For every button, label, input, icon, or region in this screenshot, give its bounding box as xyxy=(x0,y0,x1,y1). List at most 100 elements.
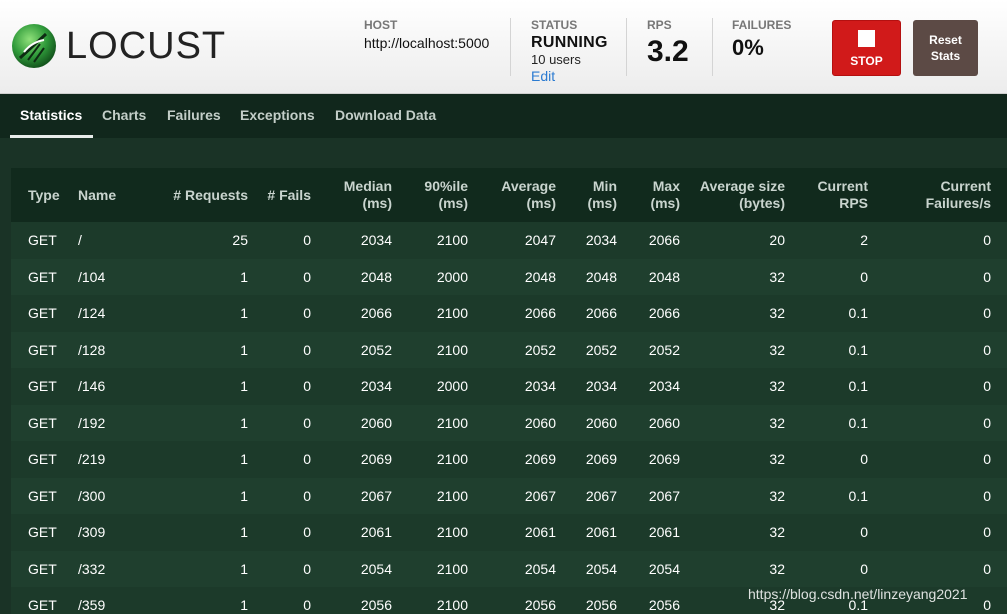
table-cell: 0 xyxy=(253,258,316,295)
table-cell: 2061 xyxy=(561,514,622,551)
column-header-line1: Current xyxy=(817,178,868,194)
column-header[interactable]: 90%ile (ms) xyxy=(397,168,473,222)
table-cell: 2067 xyxy=(622,477,685,514)
table-cell: 2060 xyxy=(561,404,622,441)
edit-users-link[interactable]: Edit xyxy=(531,68,608,85)
reset-stats-button[interactable]: Reset Stats xyxy=(913,20,978,76)
locust-logo-icon xyxy=(12,24,56,68)
table-cell: 2100 xyxy=(397,514,473,551)
table-cell: /300 xyxy=(74,477,154,514)
table-cell: 2060 xyxy=(622,404,685,441)
reset-label-line1: Reset xyxy=(929,33,962,47)
table-cell: 2052 xyxy=(622,331,685,368)
table-cell: 2034 xyxy=(622,368,685,405)
column-header-line2: (ms) xyxy=(438,195,468,211)
table-cell: /128 xyxy=(74,331,154,368)
table-cell: 1 xyxy=(154,295,253,332)
table-cell: 1 xyxy=(154,368,253,405)
table-cell: 2052 xyxy=(473,331,561,368)
table-cell: 2056 xyxy=(561,587,622,614)
column-header[interactable]: Average size (bytes) xyxy=(685,168,790,222)
host-box: HOST http://localhost:5000 xyxy=(364,18,489,52)
table-cell: 2100 xyxy=(397,331,473,368)
table-cell: 2061 xyxy=(473,514,561,551)
table-cell: 25 xyxy=(154,222,253,259)
table-cell: GET xyxy=(11,295,74,332)
table-cell: 2069 xyxy=(473,441,561,478)
column-header-line1: Max xyxy=(652,178,680,194)
table-cell: 2061 xyxy=(316,514,397,551)
tab-statistics[interactable]: Statistics xyxy=(20,94,82,136)
column-header[interactable]: Median (ms) xyxy=(316,168,397,222)
rps-label: RPS xyxy=(647,18,672,32)
table-cell: 2054 xyxy=(473,550,561,587)
table-cell: 0 xyxy=(873,477,1007,514)
stop-label: STOP xyxy=(850,54,883,68)
table-cell: GET xyxy=(11,404,74,441)
table-cell: 2061 xyxy=(622,514,685,551)
tab-failures[interactable]: Failures xyxy=(167,94,221,136)
column-header-line1: # Fails xyxy=(267,186,311,203)
table-cell: 2 xyxy=(790,222,873,259)
table-cell: GET xyxy=(11,441,74,478)
column-header[interactable]: Current Failures/s xyxy=(873,168,1007,222)
table-body: GET/25 0 2034 2100 2047 2034 2066 20 2 0 GET/104 1 0… xyxy=(11,222,1007,614)
table-cell: 0 xyxy=(790,514,873,551)
table-cell: GET xyxy=(11,477,74,514)
host-label: HOST xyxy=(364,18,398,32)
table-cell: 1 xyxy=(154,477,253,514)
table-cell: 32 xyxy=(685,331,790,368)
column-header[interactable]: # Requests xyxy=(154,168,253,222)
table-cell: 0.1 xyxy=(790,477,873,514)
statistics-table: Type Name # Requests # Fails Median (ms) 90%il… xyxy=(11,168,1007,614)
column-header[interactable]: Current RPS xyxy=(790,168,873,222)
table-cell: 0 xyxy=(873,295,1007,332)
table-cell: 2052 xyxy=(316,331,397,368)
column-header-line1: Average size xyxy=(699,178,785,194)
table-cell: 2100 xyxy=(397,222,473,259)
table-cell: 2100 xyxy=(397,587,473,614)
table-cell: 0 xyxy=(253,550,316,587)
table-cell: 0.1 xyxy=(790,295,873,332)
tab-download-data[interactable]: Download Data xyxy=(335,94,436,136)
table-cell: 0 xyxy=(253,587,316,614)
column-header[interactable]: Min (ms) xyxy=(561,168,622,222)
table-cell: 2067 xyxy=(473,477,561,514)
table-cell: 2000 xyxy=(397,368,473,405)
table-cell: 1 xyxy=(154,404,253,441)
app-logo-text: LOCUST xyxy=(66,25,227,67)
reset-label-line2: Stats xyxy=(930,49,961,63)
tab-charts[interactable]: Charts xyxy=(102,94,146,136)
tab-exceptions[interactable]: Exceptions xyxy=(240,94,315,136)
table-cell: 2000 xyxy=(397,258,473,295)
status-box: STATUS RUNNING 10 users Edit xyxy=(531,18,608,85)
statistics-table-container: Type Name # Requests # Fails Median (ms) 90%il… xyxy=(11,168,1007,614)
table-cell: 0 xyxy=(790,550,873,587)
column-header[interactable]: Name xyxy=(74,168,154,222)
rps-value: 3.2 xyxy=(647,35,689,68)
table-cell: / xyxy=(74,222,154,259)
table-cell: 0 xyxy=(253,404,316,441)
column-header[interactable]: Type xyxy=(11,168,74,222)
column-header-line2: (ms) xyxy=(650,195,680,211)
table-cell: 1 xyxy=(154,550,253,587)
column-header-line2: RPS xyxy=(839,195,868,211)
table-cell: 0 xyxy=(253,222,316,259)
table-cell: 1 xyxy=(154,331,253,368)
table-cell: 2100 xyxy=(397,550,473,587)
stop-button[interactable]: STOP xyxy=(832,20,901,76)
table-cell: 0 xyxy=(873,441,1007,478)
rps-box: RPS 3.2 xyxy=(647,18,689,70)
table-cell: 2066 xyxy=(561,295,622,332)
top-header: LOCUST HOST http://localhost:5000 STATUS… xyxy=(0,0,1007,94)
column-header-line2: Failures/s xyxy=(925,195,991,211)
table-row: GET/300 1 0 2067 2100 2067 2067 2067 32 0.1 0 xyxy=(11,477,1007,514)
table-cell: 2100 xyxy=(397,441,473,478)
column-header[interactable]: Average (ms) xyxy=(473,168,561,222)
active-tab-indicator xyxy=(10,135,93,138)
table-cell: 2056 xyxy=(622,587,685,614)
column-header[interactable]: # Fails xyxy=(253,168,316,222)
table-cell: 0 xyxy=(873,404,1007,441)
table-cell: GET xyxy=(11,587,74,614)
column-header[interactable]: Max (ms) xyxy=(622,168,685,222)
